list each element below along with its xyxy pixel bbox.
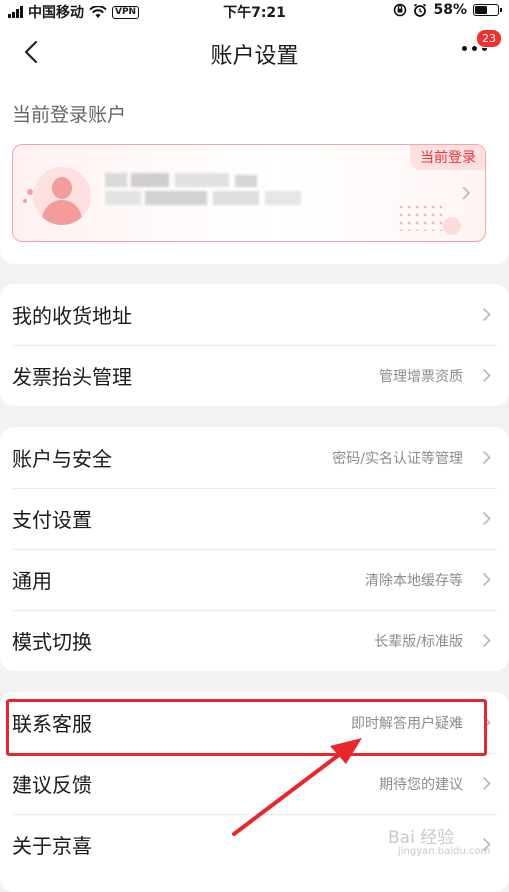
battery-cap xyxy=(500,8,502,12)
page-title: 账户设置 xyxy=(210,44,299,69)
divider xyxy=(12,345,497,346)
chevron-right-icon xyxy=(482,307,491,322)
battery-percent: 58% xyxy=(433,2,467,18)
current-login-tag: 当前登录 xyxy=(410,145,485,170)
chevron-right-icon xyxy=(482,511,491,526)
divider xyxy=(12,549,497,550)
chevron-right-icon xyxy=(482,368,491,383)
row-label: 关于京喜 xyxy=(12,834,92,858)
settings-group-account: 账户与安全 密码/实名认证等管理 支付设置 通用 清除本地缓存等 模式切换 长辈… xyxy=(0,427,509,671)
current-account-card[interactable]: 当前登录 xyxy=(12,144,486,242)
chevron-right-icon xyxy=(482,633,491,648)
row-label: 发票抬头管理 xyxy=(12,365,132,389)
more-menu-button[interactable]: 23 xyxy=(462,29,502,51)
notification-badge: 23 xyxy=(476,29,502,48)
divider xyxy=(12,610,497,611)
baidu-watermark-url: jingyan.baidu.com xyxy=(398,846,491,857)
settings-group-address: 我的收货地址 发票抬头管理 管理增票资质 xyxy=(0,284,509,406)
battery-icon xyxy=(473,4,502,16)
chevron-right-icon xyxy=(482,776,491,791)
row-label: 我的收货地址 xyxy=(12,304,132,328)
settings-row-security[interactable]: 账户与安全 密码/实名认证等管理 xyxy=(0,427,509,488)
blurred-username xyxy=(105,173,301,207)
row-label: 账户与安全 xyxy=(12,447,112,471)
settings-row-general[interactable]: 通用 清除本地缓存等 xyxy=(0,549,509,610)
row-hint: 管理增票资质 xyxy=(379,369,463,385)
annotation-arrow-icon xyxy=(232,738,362,836)
chevron-right-icon xyxy=(462,186,471,200)
settings-row-invoice[interactable]: 发票抬头管理 管理增票资质 xyxy=(0,345,509,406)
row-label: 支付设置 xyxy=(12,508,92,532)
alarm-icon xyxy=(414,3,427,17)
avatar-dot xyxy=(27,189,33,195)
avatar-body xyxy=(42,200,82,225)
rotation-lock-icon xyxy=(394,3,407,17)
avatar-head xyxy=(52,177,72,199)
row-hint: 密码/实名认证等管理 xyxy=(332,451,463,467)
decorative-circle xyxy=(443,217,461,235)
chevron-right-icon xyxy=(482,572,491,587)
status-bar: 中国移动 VPN 下午7:21 58% xyxy=(0,0,509,22)
account-section: 当前登录账户 当前登录 xyxy=(0,84,509,264)
decorative-dots xyxy=(397,203,445,231)
divider xyxy=(12,488,497,489)
row-hint: 期待您的建议 xyxy=(379,777,463,793)
row-hint: 清除本地缓存等 xyxy=(365,573,463,589)
baidu-watermark: Bai 经验 xyxy=(388,828,455,848)
settings-row-address[interactable]: 我的收货地址 xyxy=(0,284,509,345)
row-hint: 长辈版/标准版 xyxy=(374,634,463,650)
chevron-right-icon xyxy=(482,450,491,465)
nav-bar: 账户设置 23 xyxy=(0,22,509,84)
settings-row-payment[interactable]: 支付设置 xyxy=(0,488,509,549)
row-label: 通用 xyxy=(12,569,52,593)
battery-fill xyxy=(475,6,487,14)
avatar-dot xyxy=(23,199,27,203)
row-label: 建议反馈 xyxy=(12,773,92,797)
avatar xyxy=(33,167,91,225)
section-title-current-account: 当前登录账户 xyxy=(12,104,127,126)
row-label: 模式切换 xyxy=(12,630,92,654)
settings-row-mode[interactable]: 模式切换 长辈版/标准版 xyxy=(0,610,509,671)
status-right: 58% xyxy=(393,2,502,18)
